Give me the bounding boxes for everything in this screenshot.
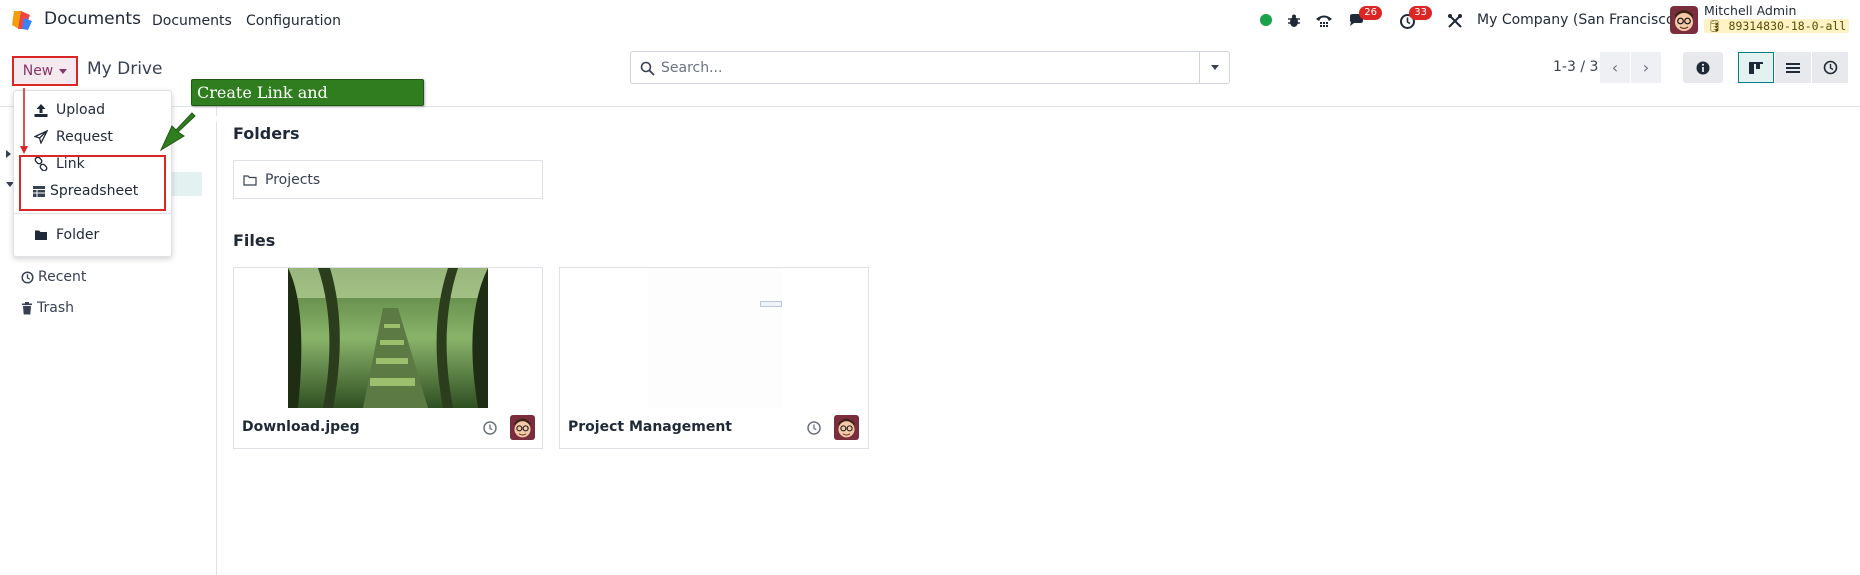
file-card[interactable]: Download.jpeg xyxy=(233,267,543,449)
clock-icon[interactable] xyxy=(482,420,498,436)
chat-icon[interactable]: 26 xyxy=(1346,6,1382,32)
search-bar xyxy=(630,51,1230,84)
info-button[interactable] xyxy=(1683,52,1723,83)
sidebar-item-recent[interactable]: Recent xyxy=(21,269,86,285)
menu-item-label: Folder xyxy=(56,227,100,243)
menu-item-folder[interactable]: Folder xyxy=(34,227,99,243)
top-navbar: Documents Documents Configuration 26 33 … xyxy=(0,0,1860,42)
activities-badge: 33 xyxy=(1409,6,1432,20)
messages-badge: 26 xyxy=(1359,6,1382,20)
kanban-view-button[interactable] xyxy=(1738,52,1774,83)
breadcrumb: My Drive xyxy=(87,59,163,79)
folder-name: Projects xyxy=(265,171,321,188)
activity-view-button[interactable] xyxy=(1812,52,1848,83)
pager-value[interactable]: 1-3 / 3 xyxy=(1553,59,1598,75)
upload-icon xyxy=(34,103,48,117)
caret-down-icon xyxy=(1210,65,1219,70)
list-icon xyxy=(1786,62,1800,73)
user-name[interactable]: Mitchell Admin xyxy=(1704,3,1796,18)
file-name: Project Management xyxy=(568,419,732,435)
caret-down-icon xyxy=(59,68,68,74)
menu-item-upload[interactable]: Upload xyxy=(34,102,105,118)
clock-icon xyxy=(1823,60,1837,75)
search-options-toggle[interactable] xyxy=(1199,52,1229,83)
clock-icon xyxy=(21,270,34,284)
app-name[interactable]: Documents xyxy=(44,9,141,29)
sidebar-item-label: Trash xyxy=(37,300,74,316)
trash-icon xyxy=(22,301,32,314)
paper-plane-icon xyxy=(34,130,48,144)
bug-icon[interactable] xyxy=(1283,10,1305,32)
owner-avatar[interactable] xyxy=(834,415,859,440)
tree-expand-icon[interactable] xyxy=(6,150,11,158)
pager-next-button[interactable]: › xyxy=(1631,52,1661,83)
sidebar-divider xyxy=(216,106,217,575)
user-avatar[interactable] xyxy=(1670,6,1698,34)
file-card[interactable]: Project Management xyxy=(559,267,869,449)
sidebar-item-trash[interactable]: Trash xyxy=(21,300,74,316)
menu-item-request[interactable]: Request xyxy=(34,129,113,145)
tools-icon[interactable] xyxy=(1444,10,1466,32)
database-name: 89314830-18-0-all xyxy=(1728,19,1847,33)
menu-divider xyxy=(14,213,171,214)
clock-icon[interactable]: 33 xyxy=(1396,6,1432,32)
file-thumbnail-image xyxy=(288,268,488,408)
chevron-right-icon: › xyxy=(1642,58,1650,77)
files-section-title: Files xyxy=(233,231,276,250)
sidebar-item-label: Recent xyxy=(38,269,87,285)
folder-card[interactable]: Projects xyxy=(233,160,543,199)
pager-previous-button[interactable]: ‹ xyxy=(1600,52,1630,83)
list-view-button[interactable] xyxy=(1775,52,1811,83)
kanban-icon xyxy=(1749,61,1763,74)
folder-icon xyxy=(35,230,47,240)
info-icon xyxy=(1696,61,1710,74)
menu-configuration[interactable]: Configuration xyxy=(246,13,341,29)
database-tag: 🛢 89314830-18-0-all xyxy=(1704,19,1850,33)
spreadsheet-cell-selection xyxy=(760,301,782,307)
company-switcher[interactable]: My Company (San Francisco) xyxy=(1477,12,1680,28)
status-dot-icon xyxy=(1260,14,1272,26)
new-button-label: New xyxy=(22,63,54,79)
menu-item-label: Upload xyxy=(56,102,106,118)
folder-icon xyxy=(243,174,257,186)
annotation-callout: Create Link and Spreadsheet xyxy=(191,79,424,127)
search-input[interactable] xyxy=(661,52,1197,83)
file-name: Download.jpeg xyxy=(242,419,360,435)
owner-avatar[interactable] xyxy=(510,415,535,440)
menu-documents[interactable]: Documents xyxy=(152,13,232,29)
search-icon xyxy=(640,61,655,76)
new-button[interactable]: New xyxy=(12,56,78,86)
link-spreadsheet-highlight-box xyxy=(19,155,166,211)
menu-item-label: Request xyxy=(56,129,113,145)
file-thumbnail-spreadsheet xyxy=(648,268,782,408)
documents-app-logo-icon[interactable] xyxy=(11,9,33,31)
clock-icon[interactable] xyxy=(806,420,822,436)
phone-icon[interactable] xyxy=(1313,10,1335,32)
chevron-left-icon: ‹ xyxy=(1611,58,1619,77)
